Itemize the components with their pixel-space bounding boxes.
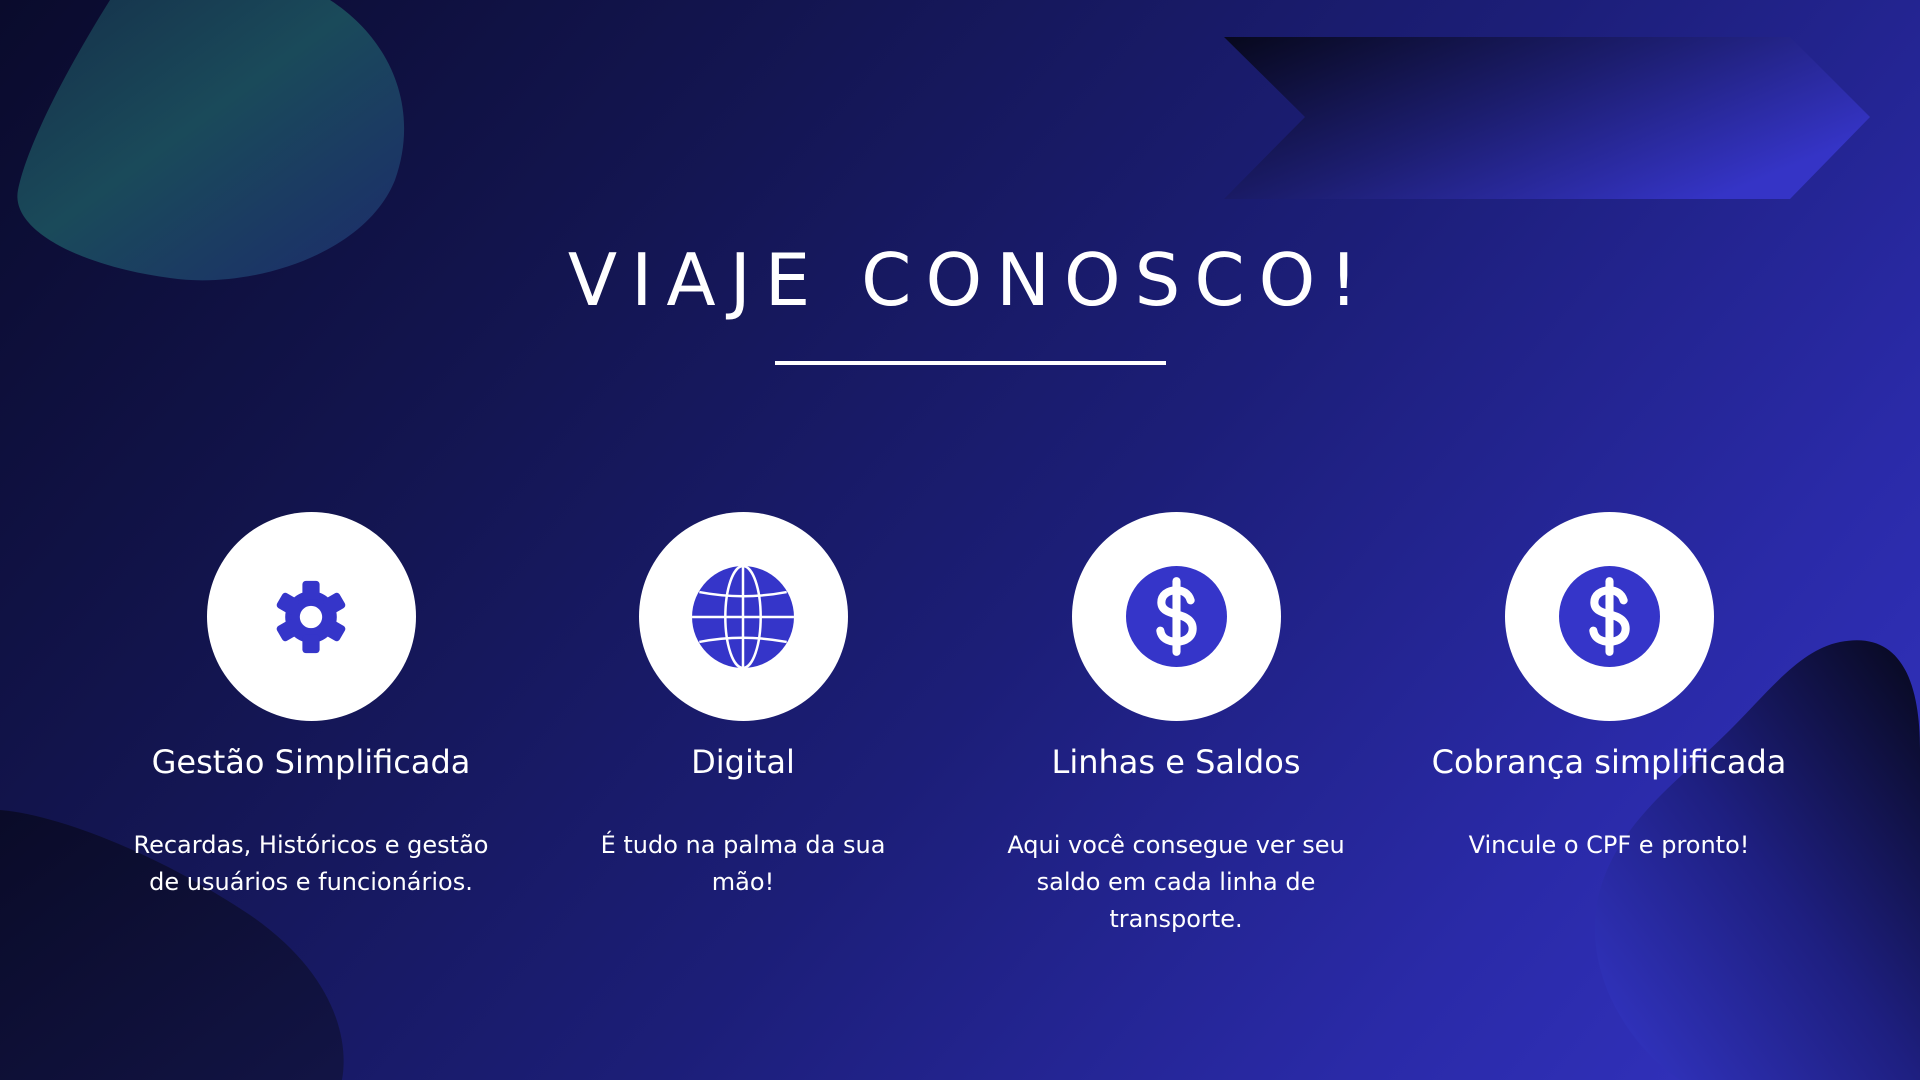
gear-icon bbox=[276, 580, 346, 653]
feature-description: Vincule o CPF e pronto! bbox=[1468, 831, 1750, 859]
feature-card: Gestão Simplificada Recardas, Históricos… bbox=[101, 512, 521, 901]
features: Gestão Simplificada Recardas, Históricos… bbox=[0, 0, 1920, 1080]
feature-card: Cobrança simplificada Vincule o CPF e pr… bbox=[1399, 512, 1819, 864]
feature-description: Aqui você consegue ver seu saldo em cada… bbox=[1007, 831, 1345, 933]
feature-card: Linhas e Saldos Aqui você consegue ver s… bbox=[966, 512, 1386, 938]
slide: VIAJE CONOSCO! Gestão Simplificada Recar… bbox=[0, 0, 1920, 1080]
feature-title: Digital bbox=[691, 743, 795, 781]
feature-description: Recardas, Históricos e gestão de usuário… bbox=[133, 831, 489, 896]
feature-icon-circle bbox=[1504, 512, 1714, 721]
feature-title: Cobrança simplificada bbox=[1431, 743, 1787, 781]
globe-icon bbox=[692, 564, 794, 669]
feature-icon-circle bbox=[206, 512, 416, 721]
feature-icon-circle bbox=[1071, 512, 1281, 721]
feature-card: Digital É tudo na palma da sua mão! bbox=[533, 512, 953, 901]
feature-title: Gestão Simplificada bbox=[151, 743, 471, 781]
feature-icon-circle bbox=[638, 512, 848, 721]
dollar-icon bbox=[1125, 566, 1227, 667]
feature-description: É tudo na palma da sua mão! bbox=[600, 831, 886, 896]
feature-title: Linhas e Saldos bbox=[1051, 743, 1301, 781]
dollar-icon bbox=[1558, 566, 1660, 667]
